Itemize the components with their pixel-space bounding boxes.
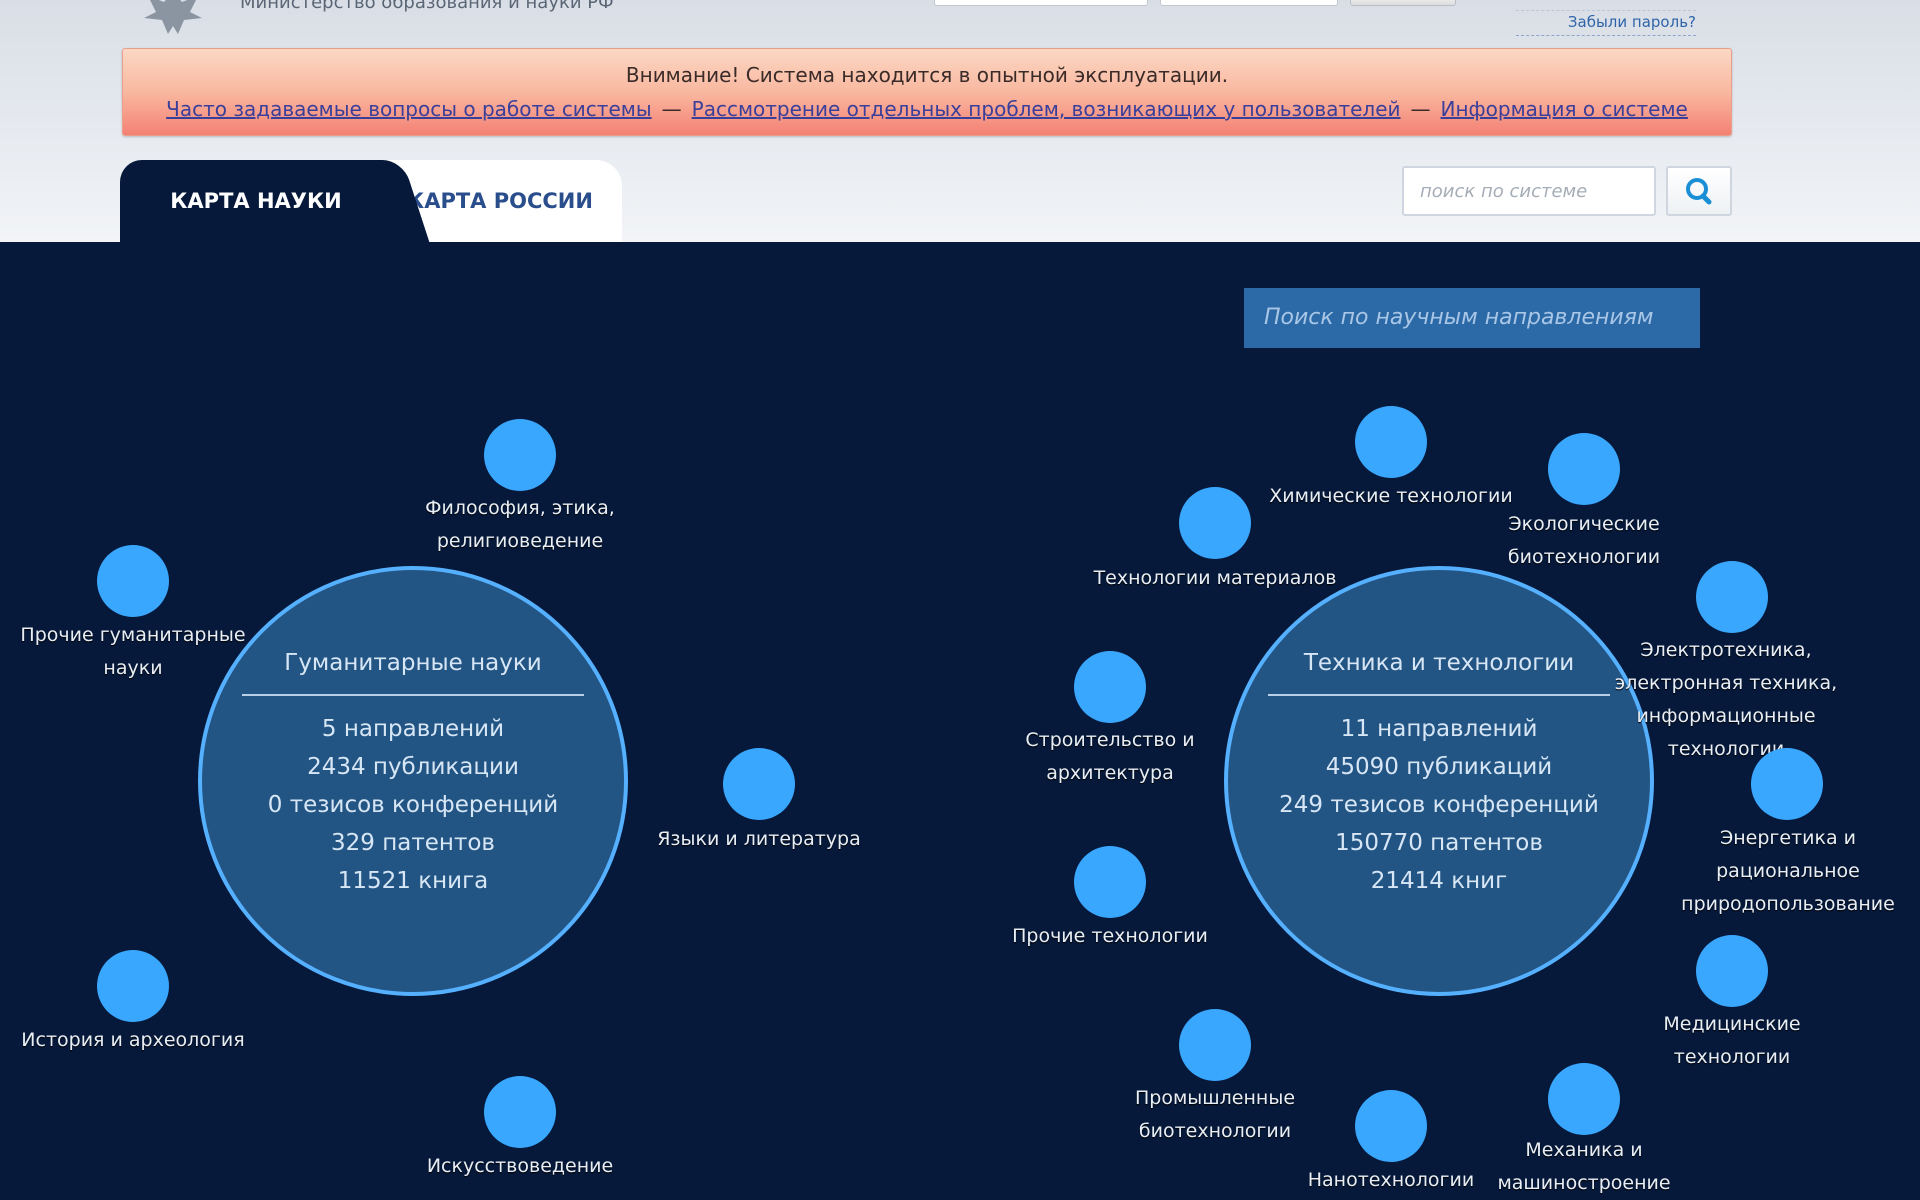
node-label: Нанотехнологии	[1307, 1169, 1475, 1191]
node-label-text: Промышленные биотехнологии	[1134, 1087, 1296, 1142]
node-construction[interactable]	[1074, 651, 1146, 723]
system-info-link[interactable]: Информация о системе	[1441, 97, 1688, 121]
notice-title: Внимание! Система находится в опытной эк…	[625, 63, 1229, 87]
hub-stat: 2434 публикации	[307, 754, 519, 780]
hub-stat: 45090 публикаций	[1325, 754, 1553, 780]
ministry-name: Министерство образования и науки РФ	[240, 0, 614, 13]
hub-stat: 249 тезисов конференций	[1279, 792, 1599, 818]
site-header: Министерство образования и науки РФ Забы…	[0, 0, 1920, 242]
beta-notice-banner: Внимание! Система находится в опытной эк…	[122, 48, 1732, 136]
hub-technology[interactable]: Техника и технологии 11 направлений 4509…	[1224, 566, 1654, 996]
node-label-text: Прочие гуманитарные науки	[20, 624, 246, 679]
separator: —	[661, 97, 682, 121]
divider	[242, 694, 584, 696]
separator: —	[1410, 97, 1431, 121]
hub-stat: 11521 книга	[337, 868, 489, 894]
node-label: Электротехника, электронная техника, инф…	[1608, 634, 1844, 766]
node-label-text: Энергетика и рациональное природопользов…	[1681, 827, 1895, 915]
node-label: Философия, этика, религиоведение	[390, 492, 650, 558]
hub-stat: 329 патентов	[331, 830, 495, 856]
node-label: Промышленные биотехнологии	[1085, 1082, 1345, 1148]
site-search-input[interactable]	[1402, 166, 1656, 216]
hub-stat: 11 направлений	[1340, 716, 1538, 742]
node-label: Экологические биотехнологии	[1454, 508, 1714, 574]
node-other-humanities[interactable]	[97, 545, 169, 617]
node-chemical-tech[interactable]	[1355, 406, 1427, 478]
eagle-emblem-icon	[144, 0, 202, 34]
notice-links: Часто задаваемые вопросы о работе систем…	[123, 97, 1731, 121]
direction-search-button[interactable]: Поиск по научным направлениям	[1244, 288, 1700, 348]
node-label-text: Медицинские технологии	[1663, 1013, 1801, 1068]
node-other-tech[interactable]	[1074, 846, 1146, 918]
hub-stat: 5 направлений	[321, 716, 505, 742]
node-label: Прочие технологии	[1012, 925, 1208, 947]
hub-stat: 0 тезисов конференций	[267, 792, 559, 818]
node-label-text: Строительство и архитектура	[1025, 729, 1195, 784]
node-art-history[interactable]	[484, 1076, 556, 1148]
forgot-password-link[interactable]: Забыли пароль?	[1516, 10, 1696, 36]
node-philosophy[interactable]	[484, 419, 556, 491]
node-label: Искусствоведение	[426, 1155, 614, 1177]
node-history[interactable]	[97, 950, 169, 1022]
node-label: История и археология	[21, 1029, 245, 1051]
user-problems-link[interactable]: Рассмотрение отдельных проблем, возникаю…	[692, 97, 1401, 121]
node-languages[interactable]	[723, 748, 795, 820]
node-materials-tech[interactable]	[1179, 487, 1251, 559]
node-eco-biotech[interactable]	[1548, 433, 1620, 505]
faq-link[interactable]: Часто задаваемые вопросы о работе систем…	[166, 97, 652, 121]
hub-stat: 150770 патентов	[1335, 830, 1543, 856]
node-nanotech[interactable]	[1355, 1090, 1427, 1162]
node-label: Энергетика и рациональное природопользов…	[1658, 822, 1918, 921]
search-icon	[1686, 178, 1712, 205]
hub-title: Техника и технологии	[1303, 650, 1575, 676]
node-label-text: Электротехника, электронная техника, инф…	[1614, 639, 1838, 760]
node-energy[interactable]	[1751, 748, 1823, 820]
tab-science-map[interactable]: КАРТА НАУКИ	[120, 160, 392, 242]
login-field[interactable]	[934, 0, 1148, 6]
node-mechanics[interactable]	[1548, 1063, 1620, 1135]
password-field[interactable]	[1160, 0, 1338, 6]
node-electrical-it[interactable]	[1696, 561, 1768, 633]
search-button[interactable]	[1666, 166, 1732, 216]
node-label: Медицинские технологии	[1602, 1008, 1862, 1074]
hub-stat: 21414 книг	[1370, 868, 1508, 894]
node-label: Языки и литература	[657, 828, 861, 850]
node-label: Строительство и архитектура	[980, 724, 1240, 790]
node-medical-tech[interactable]	[1696, 935, 1768, 1007]
divider	[1268, 694, 1610, 696]
node-industrial-biotech[interactable]	[1179, 1009, 1251, 1081]
node-label-text: Экологические биотехнологии	[1507, 513, 1661, 568]
node-label-text: Философия, этика, религиоведение	[425, 497, 615, 552]
node-label: Технологии материалов	[1093, 567, 1337, 589]
hub-title: Гуманитарные науки	[284, 650, 542, 676]
login-button[interactable]	[1350, 0, 1456, 6]
node-label: Прочие гуманитарные науки	[3, 619, 263, 685]
